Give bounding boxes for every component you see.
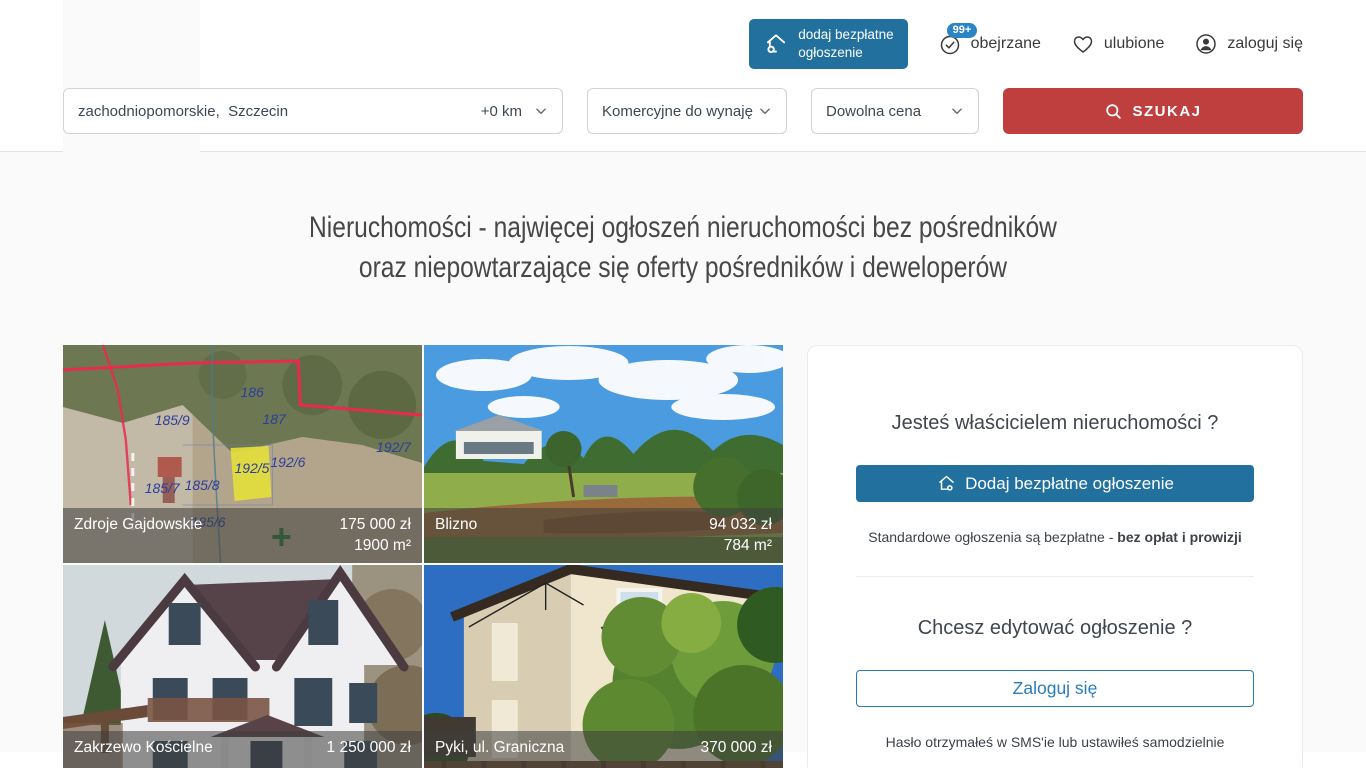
viewed-label: obejrzane <box>971 35 1041 53</box>
search-submit-button[interactable]: SZUKAJ <box>1003 88 1303 134</box>
owner-heading: Jesteś właścicielem nieruchomości ? <box>856 412 1254 435</box>
svg-text:187: 187 <box>262 411 287 427</box>
listing-caption: Blizno 94 032 zł784 m² <box>424 508 783 563</box>
listing-caption: Zakrzewo Kościelne 1 250 000 zł <box>63 731 422 768</box>
free-listing-note: Standardowe ogłoszenia są bezpłatne - be… <box>856 529 1254 545</box>
listing-price-area: 1 250 000 zł <box>327 737 411 768</box>
svg-text:186: 186 <box>241 384 265 400</box>
user-icon <box>1194 32 1218 56</box>
svg-text:185/9: 185/9 <box>155 412 190 428</box>
listing-caption: Zdroje Gajdowskie 175 000 zł1900 m² <box>63 508 422 563</box>
site-logo[interactable]: adresowo . pl <box>63 0 230 344</box>
sidebar-add-listing-button[interactable]: Dodaj bezpłatne ogłoszenie <box>856 465 1254 502</box>
listing-price-area: 175 000 zł1900 m² <box>339 514 411 556</box>
search-bar: zachodniopomorskie, Szczecin +0 km Komer… <box>0 88 1366 134</box>
svg-text:192/7: 192/7 <box>376 439 412 455</box>
add-listing-label: dodaj bezpłatne ogłoszenie <box>798 26 893 61</box>
edit-section: Chcesz edytować ogłoszenie ? Zaloguj się… <box>808 577 1302 750</box>
category-select[interactable]: Komercyjne do wynaję <box>587 88 787 134</box>
listing-price-area: 94 032 zł784 m² <box>709 514 772 556</box>
search-icon <box>1104 102 1123 121</box>
page-title: Nieruchomości - najwięcej ogłoszeń nieru… <box>0 208 1366 288</box>
listings-grid: 185/9 186 187 192/5 192/6 192/7 185/7 18… <box>63 345 783 768</box>
search-submit-label: SZUKAJ <box>1132 103 1201 120</box>
login-button[interactable]: zaloguj się <box>1194 32 1303 56</box>
listing-name: Zdroje Gajdowskie <box>74 514 202 556</box>
location-value: zachodniopomorskie, Szczecin <box>78 103 288 120</box>
price-select[interactable]: Dowolna cena <box>811 88 979 134</box>
radius-value: +0 km <box>481 103 522 120</box>
listing-name: Blizno <box>435 514 477 556</box>
chevron-down-icon <box>534 104 548 118</box>
edit-heading: Chcesz edytować ogłoszenie ? <box>856 617 1254 640</box>
sidebar-add-listing-label: Dodaj bezpłatne ogłoszenie <box>965 474 1174 494</box>
listing-caption: Pyki, ul. Graniczna 370 000 zł <box>424 731 783 768</box>
viewed-button[interactable]: 99+ obejrzane <box>938 32 1041 56</box>
listing-card[interactable]: Zakrzewo Kościelne 1 250 000 zł <box>63 565 422 768</box>
category-value: Komercyjne do wynaję <box>602 103 753 120</box>
logo-text: adresowo <box>63 0 200 344</box>
svg-text:192/5: 192/5 <box>235 460 270 476</box>
heart-icon <box>1071 32 1095 56</box>
top-header: adresowo . pl dodaj bezpłatne ogłoszenie… <box>0 0 1366 88</box>
listing-name: Zakrzewo Kościelne <box>74 737 213 768</box>
listing-price-area: 370 000 zł <box>700 737 772 768</box>
svg-text:185/8: 185/8 <box>185 477 220 493</box>
house-add-icon <box>763 31 789 57</box>
sidebar-login-button[interactable]: Zaloguj się <box>856 670 1254 707</box>
listing-card[interactable]: Blizno 94 032 zł784 m² <box>424 345 783 563</box>
price-value: Dowolna cena <box>826 103 921 120</box>
chevron-down-icon <box>758 104 772 118</box>
radius-select[interactable]: +0 km <box>481 103 548 120</box>
chevron-down-icon <box>950 104 964 118</box>
listing-name: Pyki, ul. Graniczna <box>435 737 564 768</box>
main-content: Nieruchomości - najwięcej ogłoszeń nieru… <box>0 152 1366 752</box>
header-actions: dodaj bezpłatne ogłoszenie 99+ obejrzane… <box>749 19 1303 68</box>
favorites-label: ulubione <box>1104 35 1165 53</box>
listing-card[interactable]: Pyki, ul. Graniczna 370 000 zł <box>424 565 783 768</box>
house-add-icon <box>936 473 957 494</box>
location-input[interactable]: zachodniopomorskie, Szczecin +0 km <box>63 88 563 134</box>
owner-section: Jesteś właścicielem nieruchomości ? Doda… <box>808 346 1302 577</box>
svg-text:185/7: 185/7 <box>145 480 181 496</box>
password-hint: Hasło otrzymałeś w SMS'ie lub ustawiłeś … <box>856 734 1254 750</box>
owner-panel: Jesteś właścicielem nieruchomości ? Doda… <box>807 345 1303 768</box>
viewed-count-badge: 99+ <box>947 23 978 38</box>
add-listing-button[interactable]: dodaj bezpłatne ogłoszenie <box>749 19 907 68</box>
listing-card[interactable]: 185/9 186 187 192/5 192/6 192/7 185/7 18… <box>63 345 422 563</box>
login-label: zaloguj się <box>1227 35 1303 53</box>
favorites-button[interactable]: ulubione <box>1071 32 1165 56</box>
svg-text:192/6: 192/6 <box>270 454 305 470</box>
